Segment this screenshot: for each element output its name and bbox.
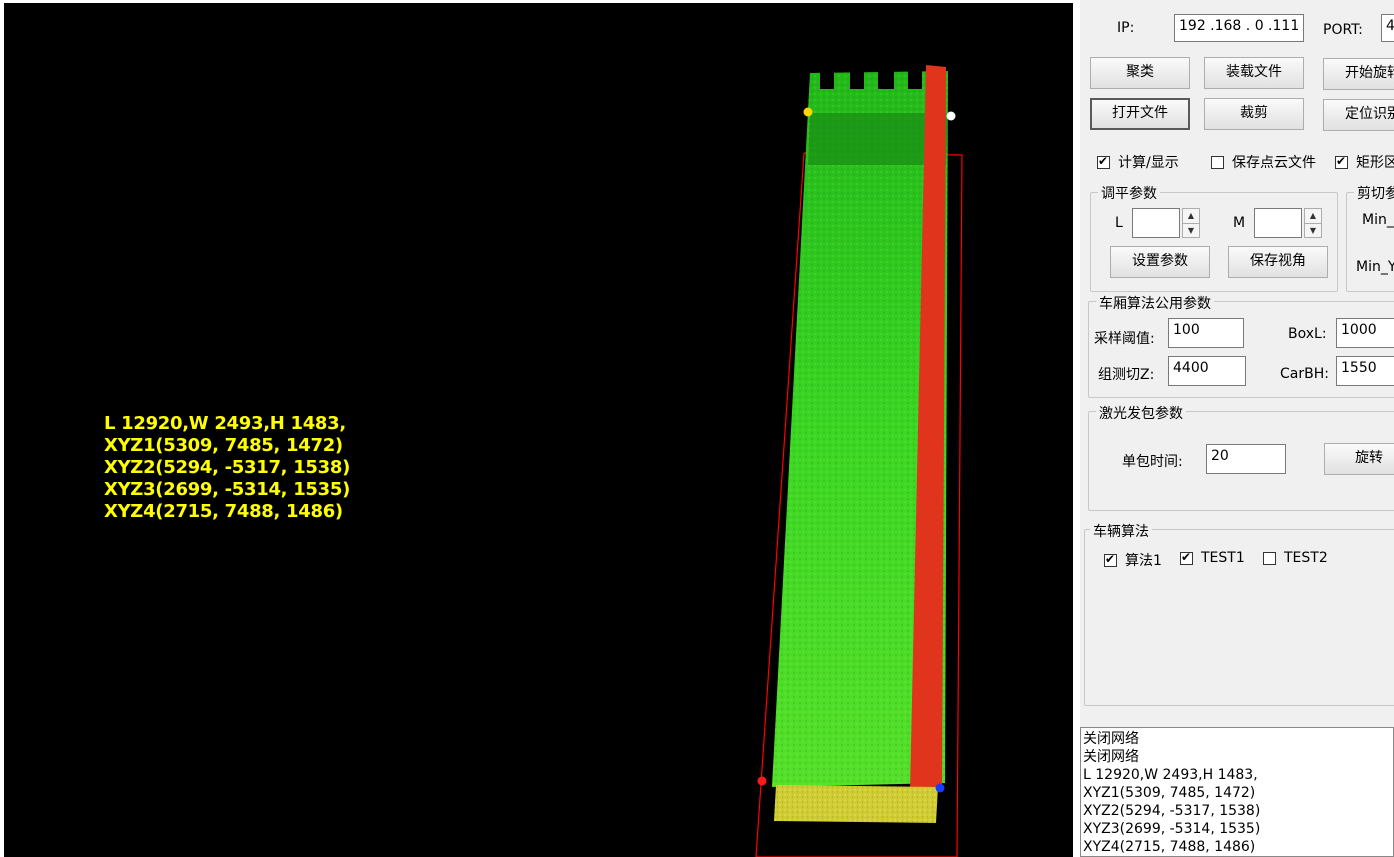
test2-checkbox[interactable]: TEST2 xyxy=(1263,550,1328,566)
spin-up-icon[interactable]: ▲ xyxy=(1183,209,1199,224)
rect-region-label: 矩形区 xyxy=(1356,155,1394,171)
log-line: 关闭网络 xyxy=(1083,749,1139,765)
set-params-button[interactable]: 设置参数 xyxy=(1110,246,1210,278)
port-label: PORT: xyxy=(1323,22,1363,38)
port-field[interactable]: 4 xyxy=(1381,14,1394,42)
l-spin-buttons[interactable]: ▲ ▼ xyxy=(1182,208,1200,238)
checkmark-icon: ✔ xyxy=(1336,153,1347,168)
log-line: L 12920,W 2493,H 1483, xyxy=(1083,767,1258,783)
min-x-label: Min_X xyxy=(1362,212,1394,228)
crop-params-title: 剪切参 xyxy=(1354,183,1394,203)
tail-board-gap-1 xyxy=(820,71,834,89)
sample-threshold-label: 采样阈值: xyxy=(1094,331,1155,347)
save-cloud-label: 保存点云文件 xyxy=(1232,155,1316,171)
load-file-button[interactable]: 装载文件 xyxy=(1204,57,1304,89)
compute-display-checkbox[interactable]: ✔ 计算/显示 xyxy=(1097,152,1179,172)
overlay-xyz1: XYZ1(5309, 7485, 1472) xyxy=(104,435,343,456)
ip-address-field[interactable]: 192 .168 . 0 .111 xyxy=(1174,14,1304,42)
cut-z-field[interactable]: 4400 xyxy=(1168,356,1246,386)
test1-checkbox[interactable]: ✔ TEST1 xyxy=(1180,550,1245,566)
crop-button[interactable]: 裁剪 xyxy=(1204,98,1304,130)
min-y-label: Min_Y xyxy=(1356,259,1394,275)
carbh-label: CarBH: xyxy=(1280,366,1329,382)
overlay-xyz4: XYZ4(2715, 7488, 1486) xyxy=(104,501,343,522)
boxl-field[interactable]: 1000 xyxy=(1336,318,1394,348)
test1-label: TEST1 xyxy=(1201,550,1245,566)
boxl-label: BoxL: xyxy=(1288,326,1327,342)
compute-display-label: 计算/显示 xyxy=(1118,155,1179,171)
tail-board-gap-2 xyxy=(850,71,864,89)
log-output[interactable]: 关闭网络 关闭网络 L 12920,W 2493,H 1483, XYZ1(53… xyxy=(1080,727,1394,857)
laser-params-title: 激光发包参数 xyxy=(1096,403,1186,423)
corner-marker-blue xyxy=(935,783,945,793)
checkmark-icon: ✔ xyxy=(1105,551,1116,566)
log-line: XYZ3(2699, -5314, 1535) xyxy=(1083,821,1261,837)
vehicle-algo-title: 车辆算法 xyxy=(1090,521,1152,541)
ip-label: IP: xyxy=(1117,20,1135,36)
carbh-field[interactable]: 1550 xyxy=(1336,356,1394,386)
cluster-button[interactable]: 聚类 xyxy=(1090,57,1190,89)
open-file-button[interactable]: 打开文件 xyxy=(1090,98,1190,130)
locate-button[interactable]: 定位识别 xyxy=(1323,99,1394,131)
overlay-dimensions: L 12920,W 2493,H 1483, xyxy=(104,413,346,434)
tail-board-gap-3 xyxy=(878,71,894,89)
test1-box[interactable]: ✔ xyxy=(1180,549,1193,565)
algo1-box[interactable]: ✔ xyxy=(1104,551,1117,567)
checkmark-icon: ✔ xyxy=(1181,549,1192,564)
spin-up-icon[interactable]: ▲ xyxy=(1305,209,1321,224)
test2-label: TEST2 xyxy=(1284,550,1328,566)
tail-board-gap-4 xyxy=(908,71,922,89)
carriage-params-title: 车厢算法公用参数 xyxy=(1096,293,1214,313)
algo1-label: 算法1 xyxy=(1125,553,1162,569)
save-view-button[interactable]: 保存视角 xyxy=(1228,246,1328,278)
packet-time-label: 单包时间: xyxy=(1122,454,1183,470)
spin-down-icon[interactable]: ▼ xyxy=(1183,224,1199,238)
rect-region-checkbox[interactable]: ✔ 矩形区 xyxy=(1335,152,1394,172)
save-cloud-checkbox[interactable]: 保存点云文件 xyxy=(1211,152,1316,172)
m-spin-buttons[interactable]: ▲ ▼ xyxy=(1304,208,1322,238)
log-line: XYZ2(5294, -5317, 1538) xyxy=(1083,803,1261,819)
overlay-xyz2: XYZ2(5294, -5317, 1538) xyxy=(104,457,351,478)
rotate-button[interactable]: 旋转 xyxy=(1324,443,1394,475)
point-cloud-yellow-noise xyxy=(774,785,938,823)
crop-params-group xyxy=(1346,192,1394,292)
algo1-checkbox[interactable]: ✔ 算法1 xyxy=(1104,550,1162,570)
l-label: L xyxy=(1115,215,1123,231)
corner-marker-white xyxy=(946,111,956,121)
save-cloud-box[interactable] xyxy=(1211,155,1224,169)
rect-region-box[interactable]: ✔ xyxy=(1335,153,1348,169)
log-line: 关闭网络 xyxy=(1083,731,1139,747)
m-label: M xyxy=(1233,215,1246,231)
log-line: XYZ1(5309, 7485, 1472) xyxy=(1083,785,1256,801)
compute-display-box[interactable]: ✔ xyxy=(1097,153,1110,169)
spin-down-icon[interactable]: ▼ xyxy=(1305,224,1321,238)
checkmark-icon: ✔ xyxy=(1098,153,1109,168)
sample-threshold-field[interactable]: 100 xyxy=(1168,318,1244,348)
corner-marker-yellow xyxy=(803,107,813,117)
m-spin-input[interactable] xyxy=(1254,208,1302,238)
test2-box[interactable] xyxy=(1263,551,1276,565)
leveling-group-title: 调平参数 xyxy=(1098,183,1160,203)
l-spin-input[interactable] xyxy=(1132,208,1180,238)
start-rotate-button[interactable]: 开始旋转 xyxy=(1323,58,1394,90)
point-cloud-viewport[interactable]: L 12920,W 2493,H 1483, XYZ1(5309, 7485, … xyxy=(4,3,1073,857)
cut-z-label: 组测切Z: xyxy=(1098,367,1155,383)
overlay-xyz3: XYZ3(2699, -5314, 1535) xyxy=(104,479,351,500)
log-line: XYZ4(2715, 7488, 1486) xyxy=(1083,839,1256,855)
packet-time-field[interactable]: 20 xyxy=(1206,444,1286,474)
corner-marker-red xyxy=(757,776,767,786)
